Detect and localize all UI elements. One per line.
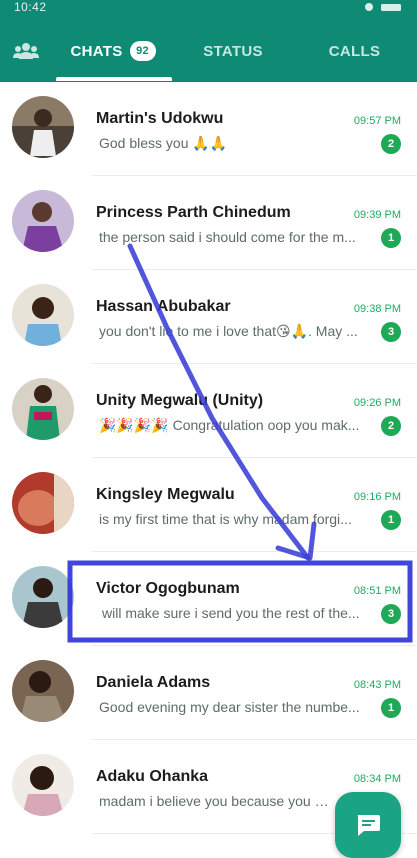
chat-name: Princess Parth Chinedum	[96, 204, 291, 221]
chat-time: 09:38 PM	[353, 303, 401, 315]
avatar[interactable]	[12, 378, 74, 440]
chat-row[interactable]: Unity Megwalu (Unity) 🎉🎉🎉🎉 Congratulatio…	[0, 364, 417, 458]
chat-preview: will make sure i send you the rest of th…	[102, 605, 360, 621]
unread-badge: 3	[381, 604, 401, 624]
avatar[interactable]	[12, 190, 74, 252]
chat-name: Adaku Ohanka	[96, 768, 209, 785]
avatar[interactable]	[12, 284, 74, 346]
chat-time: 08:43 PM	[353, 679, 401, 691]
unread-badge: 2	[381, 416, 401, 436]
chat-time: 08:34 PM	[353, 773, 401, 785]
avatar[interactable]	[12, 472, 74, 534]
tab-calls[interactable]: CALLS	[292, 20, 417, 82]
tab-community[interactable]	[0, 20, 52, 82]
unread-badge: 3	[381, 322, 401, 342]
chat-time: 08:51 PM	[353, 585, 401, 597]
tab-status[interactable]: STATUS	[174, 20, 292, 82]
chat-name: Daniela Adams	[96, 674, 211, 691]
avatar[interactable]	[12, 754, 74, 816]
chat-preview: is my first time that is why madam forgi…	[99, 511, 352, 527]
chat-name: Martin's Udokwu	[96, 110, 224, 127]
new-chat-icon	[357, 815, 380, 836]
chats-count-badge: 92	[129, 41, 156, 61]
system-icons	[365, 3, 401, 11]
chat-preview: 🎉🎉🎉🎉 Congratulation oop you mak...	[99, 417, 360, 433]
chat-row[interactable]: Daniela Adams Good evening my dear siste…	[0, 646, 417, 740]
chat-name: Hassan Abubakar	[96, 298, 231, 315]
status-bar: 10:42	[0, 0, 417, 20]
tab-chats-label: CHATS	[70, 42, 123, 60]
chat-time: 09:39 PM	[353, 209, 401, 221]
unread-badge: 1	[381, 510, 401, 530]
chat-time: 09:16 PM	[353, 491, 401, 503]
chat-row[interactable]: Kingsley Megwalu is my first time that i…	[0, 458, 417, 552]
chat-preview: Good evening my dear sister the numbe...	[99, 699, 360, 715]
chat-row[interactable]: Princess Parth Chinedum the person said …	[0, 176, 417, 270]
tab-status-label: STATUS	[203, 42, 263, 60]
tab-chats[interactable]: CHATS 92	[52, 20, 174, 82]
chat-name: Unity Megwalu (Unity)	[96, 392, 264, 409]
tab-calls-label: CALLS	[328, 42, 381, 60]
chat-row[interactable]: Martin's Udokwu God bless you 🙏🙏 09:57 P…	[0, 82, 417, 176]
chat-name: Kingsley Megwalu	[96, 486, 235, 503]
chat-preview: God bless you 🙏🙏	[99, 135, 228, 151]
community-icon	[13, 43, 39, 59]
new-chat-button[interactable]	[335, 792, 401, 858]
chat-name: Victor Ogogbunam	[96, 580, 240, 597]
unread-badge: 1	[381, 228, 401, 248]
chat-preview: the person said i should come for the m.…	[99, 229, 356, 245]
unread-badge: 1	[381, 698, 401, 718]
chat-time: 09:57 PM	[353, 115, 401, 127]
active-tab-indicator	[56, 77, 172, 81]
avatar[interactable]	[12, 660, 74, 722]
avatar[interactable]	[12, 566, 74, 628]
app-bar: CHATS 92 STATUS CALLS	[0, 20, 417, 82]
chat-row[interactable]: Hassan Abubakar you don't lie to me i lo…	[0, 270, 417, 364]
status-time: 10:42	[14, 0, 47, 14]
chat-preview: you don't lie to me i love that😘🙏. May .…	[99, 323, 358, 339]
chat-row[interactable]: Victor Ogogbunam will make sure i send y…	[0, 552, 417, 646]
unread-badge: 2	[381, 134, 401, 154]
chat-list: Martin's Udokwu God bless you 🙏🙏 09:57 P…	[0, 82, 417, 850]
chat-time: 09:26 PM	[353, 397, 401, 409]
avatar[interactable]	[12, 96, 74, 158]
chat-preview: madam i believe you because you a...	[99, 793, 331, 809]
